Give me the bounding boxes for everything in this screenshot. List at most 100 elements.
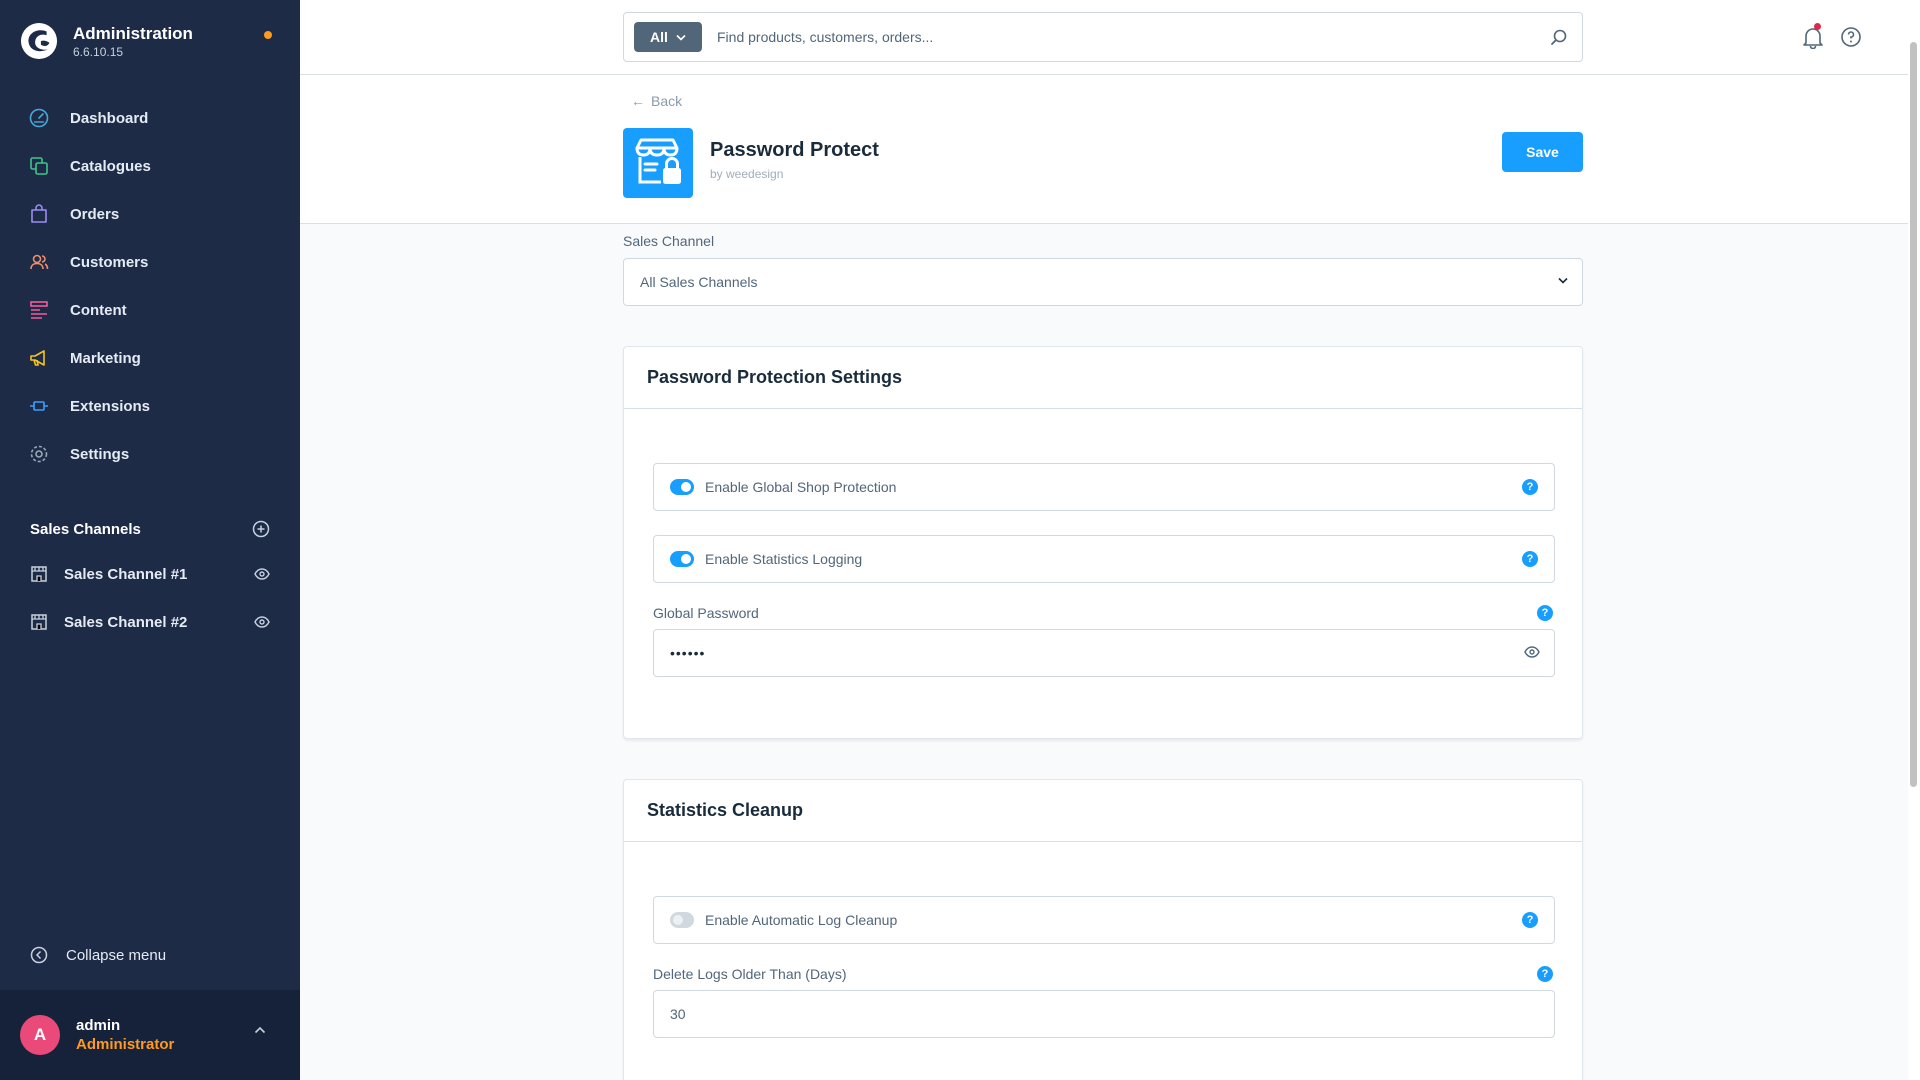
nav-item-dashboard[interactable]: Dashboard — [0, 94, 300, 142]
help-icon[interactable] — [1840, 25, 1862, 49]
chevron-left-circle-icon — [30, 946, 48, 964]
card-title: Statistics Cleanup — [624, 780, 1582, 842]
nav-item-catalogues[interactable]: Catalogues — [0, 142, 300, 190]
sales-channel-label: Sales Channel #2 — [64, 613, 188, 631]
back-label: Back — [651, 93, 683, 109]
scrollbar-thumb[interactable] — [1910, 42, 1917, 787]
user-menu[interactable]: A admin Administrator — [0, 990, 300, 1080]
search-input[interactable] — [717, 29, 1537, 45]
scrollbar[interactable] — [1908, 0, 1920, 1080]
brand-title: Administration — [73, 24, 193, 43]
nav-item-orders[interactable]: Orders — [0, 190, 300, 238]
shopware-logo-icon — [20, 22, 58, 60]
global-search: All — [623, 12, 1583, 62]
sales-channel-select[interactable]: All Sales Channels — [623, 258, 1583, 306]
dashboard-icon — [29, 108, 49, 128]
customers-icon — [30, 254, 49, 270]
storefront-icon — [31, 614, 47, 630]
content-icon — [30, 301, 48, 319]
sales-channel-item[interactable]: Sales Channel #2 — [0, 598, 300, 646]
marketing-icon — [30, 350, 45, 366]
switch-label: Enable Global Shop Protection — [705, 479, 897, 495]
card-title: Password Protection Settings — [624, 347, 1582, 409]
eye-icon[interactable] — [1524, 646, 1540, 658]
nav-label: Customers — [70, 253, 149, 271]
search-type-label: All — [650, 29, 668, 45]
save-button[interactable]: Save — [1502, 132, 1583, 172]
user-name: admin — [76, 1017, 121, 1034]
main-nav: Dashboard Catalogues Orders Customers Co… — [0, 94, 300, 478]
statistics-logging-switch[interactable]: Enable Statistics Logging ? — [653, 535, 1555, 583]
global-protection-switch[interactable]: Enable Global Shop Protection ? — [653, 463, 1555, 511]
brand[interactable]: Administration 6.6.10.15 — [20, 22, 193, 60]
password-value: •••••• — [670, 645, 706, 661]
nav-label: Settings — [70, 445, 130, 463]
app-icon — [623, 128, 693, 198]
toggle[interactable] — [670, 912, 694, 928]
status-dot — [264, 31, 272, 39]
sales-channel-list: Sales Channel #1 Sales Channel #2 — [0, 550, 300, 646]
app-author: by weedesign — [710, 167, 784, 181]
orders-icon — [31, 204, 47, 223]
bell-icon — [1803, 28, 1823, 50]
collapse-label: Collapse menu — [66, 946, 167, 964]
nav-label: Orders — [70, 205, 120, 223]
nav-label: Content — [70, 301, 127, 319]
nav-label: Catalogues — [70, 157, 151, 175]
sales-channels-header: Sales Channels — [30, 520, 270, 538]
catalogues-icon — [30, 157, 48, 175]
password-protection-card: Password Protection Settings Enable Glob… — [623, 346, 1583, 739]
arrow-left-icon: ← — [631, 93, 645, 109]
add-sales-channel-icon[interactable] — [252, 520, 270, 538]
extensions-icon — [30, 401, 48, 411]
storefront-icon — [31, 566, 47, 582]
nav-label: Dashboard — [70, 109, 149, 127]
help-icon[interactable]: ? — [1522, 551, 1538, 567]
sales-channel-label: Sales Channel #1 — [64, 565, 188, 583]
sales-channel-item[interactable]: Sales Channel #1 — [0, 550, 300, 598]
settings-icon — [30, 445, 48, 463]
eye-icon[interactable] — [254, 616, 270, 628]
auto-cleanup-switch[interactable]: Enable Automatic Log Cleanup ? — [653, 896, 1555, 944]
days-label: Delete Logs Older Than (Days) — [653, 966, 847, 982]
days-value: 30 — [670, 1006, 686, 1022]
notification-dot — [1814, 23, 1821, 30]
chevron-down-icon — [1558, 277, 1568, 284]
nav-item-settings[interactable]: Settings — [0, 430, 300, 478]
help-icon[interactable]: ? — [1522, 912, 1538, 928]
nav-item-extensions[interactable]: Extensions — [0, 382, 300, 430]
nav-item-marketing[interactable]: Marketing — [0, 334, 300, 382]
avatar: A — [20, 1015, 60, 1055]
days-input[interactable]: 30 — [653, 990, 1555, 1038]
notifications-button[interactable] — [1802, 23, 1824, 54]
search-type-select[interactable]: All — [634, 22, 702, 52]
switch-label: Enable Automatic Log Cleanup — [705, 912, 898, 928]
help-icon[interactable]: ? — [1537, 966, 1553, 982]
nav-label: Marketing — [70, 349, 141, 367]
back-link[interactable]: ← Back — [631, 93, 682, 109]
user-role: Administrator — [76, 1036, 175, 1053]
toggle[interactable] — [670, 551, 694, 567]
chevron-down-icon — [676, 34, 686, 41]
search-icon[interactable] — [1550, 28, 1568, 46]
password-field[interactable]: •••••• — [653, 629, 1555, 677]
collapse-menu-button[interactable]: Collapse menu — [30, 946, 166, 964]
chevron-up-icon[interactable] — [254, 1026, 266, 1034]
brand-version: 6.6.10.15 — [73, 45, 124, 59]
sidebar: Administration 6.6.10.15 Dashboard Catal… — [0, 0, 300, 1080]
top-bar: All — [300, 0, 1920, 75]
nav-item-customers[interactable]: Customers — [0, 238, 300, 286]
nav-label: Extensions — [70, 397, 151, 415]
sales-channel-value: All Sales Channels — [640, 274, 758, 290]
page-title: Password Protect — [710, 139, 879, 161]
help-icon[interactable]: ? — [1537, 605, 1553, 621]
sales-channel-label: Sales Channel — [623, 233, 715, 249]
sales-channels-title: Sales Channels — [30, 520, 141, 538]
page-header: ← Back Password Protect by weedesign Sav… — [300, 75, 1908, 224]
eye-icon[interactable] — [254, 568, 270, 580]
statistics-cleanup-card: Statistics Cleanup Enable Automatic Log … — [623, 779, 1583, 1080]
help-icon[interactable]: ? — [1522, 479, 1538, 495]
switch-label: Enable Statistics Logging — [705, 551, 863, 567]
nav-item-content[interactable]: Content — [0, 286, 300, 334]
toggle[interactable] — [670, 479, 694, 495]
